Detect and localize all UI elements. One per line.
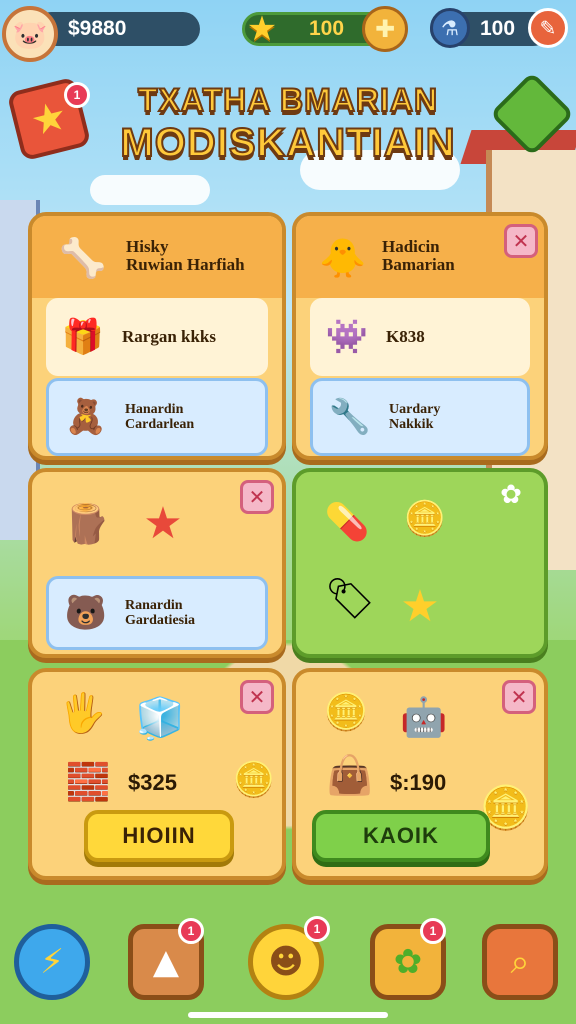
shop-card-4[interactable]: ✿ 💊 🪙 🏷 ★ (292, 468, 548, 658)
bottom-nav: ⚡ ▲ 1 ☻ 1 ✿ 1 ⌕ (0, 916, 576, 1006)
title-line-2: MODISKANTIAIN (119, 120, 456, 166)
card-1-title: Hisky Ruwian Harfiah (126, 237, 245, 274)
price-label: $:190 (390, 770, 447, 795)
character-icon: 🧸 (64, 397, 108, 437)
item-label: Rargan kkks (122, 326, 217, 346)
page-title: TXATHA BMARIAN MODISKANTIAIN (0, 81, 576, 166)
bag-icon: 👜 (326, 752, 374, 797)
item-label: Uardary Nakkik (389, 401, 441, 432)
close-icon[interactable]: ✕ (502, 680, 536, 714)
shop-card-5[interactable]: ✕ 🖐 🧊 🧱 $325 🪙 HIOIIN (28, 668, 286, 880)
bone-icon: 🦴 (59, 235, 107, 280)
star-icon: ★ (400, 580, 440, 632)
star-icon: ★ (246, 9, 278, 49)
bear-icon: 🐻 (64, 593, 108, 633)
potion-icon: ⚗ (430, 8, 470, 48)
cloud (90, 175, 210, 205)
star-creature-icon: ★ (143, 497, 183, 549)
close-icon[interactable]: ✕ (504, 224, 538, 258)
robot-icon: 🤖 (400, 694, 448, 739)
price-label: $325 (128, 770, 177, 795)
close-icon[interactable]: ✕ (240, 680, 274, 714)
shop-card-1[interactable]: 🦴 Hisky Ruwian Harfiah 🎁 Rargan kkks 🧸 H… (28, 212, 286, 460)
avatar-icon[interactable]: 🐷 (2, 6, 58, 62)
list-item[interactable]: 🎁 Rargan kkks (46, 298, 268, 376)
top-bar: $9880 🐷 100 ★ ✚ 100 ⚗ ✎ (0, 6, 576, 62)
coins-counter: $9880 (34, 12, 200, 46)
close-icon[interactable]: ✕ (240, 480, 274, 514)
gems-value: 100 (480, 17, 516, 40)
nav-home-badge: 1 (304, 916, 330, 942)
gift-box-icon: 🎁 (61, 317, 105, 357)
coin-icon: 🪙 (323, 692, 369, 733)
coins-value: $9880 (68, 17, 127, 40)
monster-icon: 👾 (325, 317, 369, 357)
settings-button[interactable]: ✎ (528, 8, 568, 48)
shop-card-3[interactable]: ✕ 🪵 ★ 🐻 Ranardin Gardatiesia (28, 468, 286, 658)
shop-card-2[interactable]: 🐥 Hadicin Bamarian ✕ 👾 K838 🔧 Uardary Na… (292, 212, 548, 460)
home-indicator (188, 1012, 388, 1018)
blue-pill-icon: 💊 (324, 502, 370, 543)
item-label: K838 (386, 326, 425, 346)
nav-shop-badge: 1 (178, 918, 204, 944)
stars-value: 100 (309, 17, 345, 40)
buy-button[interactable]: HIOIIN (84, 810, 234, 862)
cube-icon: 🧊 (135, 695, 185, 742)
tag-icon: 🏷 (324, 575, 376, 622)
block-icon: 🧱 (65, 762, 111, 803)
item-label: Hanardin Cardarlean (125, 401, 195, 432)
creature-icon: 🐥 (319, 235, 367, 280)
tool-icon: 🔧 (328, 397, 372, 437)
list-item[interactable]: 🐻 Ranardin Gardatiesia (46, 576, 268, 650)
coin-icon: 🪙 (232, 760, 276, 800)
nav-lightning-button[interactable]: ⚡ (14, 924, 90, 1000)
nav-settings-badge: 1 (420, 918, 446, 944)
log-icon: 🪵 (63, 501, 111, 546)
coin-icon: 🪙 (403, 499, 447, 539)
add-stars-button[interactable]: ✚ (362, 6, 408, 52)
title-line-1: TXATHA BMARIAN (137, 81, 439, 119)
card-2-title: Hadicin Bamarian (382, 237, 455, 274)
list-item[interactable]: 🧸 Hanardin Cardarlean (46, 378, 268, 456)
nav-search-button[interactable]: ⌕ (482, 924, 558, 1000)
list-item[interactable]: 👾 K838 (310, 298, 530, 376)
list-item[interactable]: 🔧 Uardary Nakkik (310, 378, 530, 456)
hand-icon: 🖐 (59, 690, 107, 735)
item-label: Ranardin Gardatiesia (125, 597, 195, 628)
shop-card-6[interactable]: ✕ 🪙 🤖 👜 $:190 🪙 KAOIK (292, 668, 548, 880)
buy-button[interactable]: KAOIK (312, 810, 490, 862)
flower-icon: ✿ (500, 480, 522, 510)
